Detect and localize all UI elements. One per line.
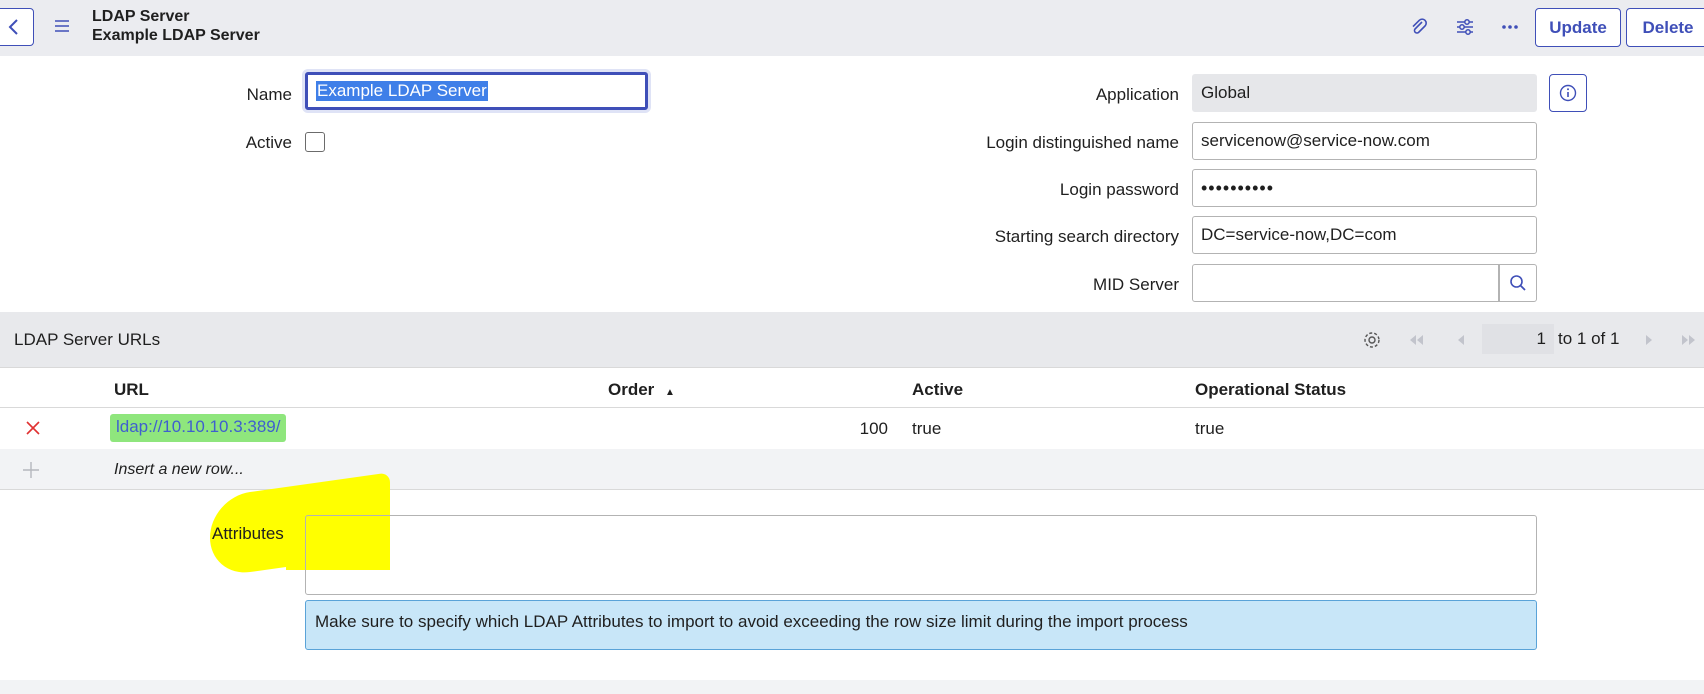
active-checkbox[interactable] (305, 132, 325, 152)
table-header: URL Order ▲ Active Operational Status (0, 367, 1704, 408)
active-label: Active (245, 133, 292, 152)
page-range-text: to 1 of 1 (1558, 329, 1620, 348)
operational-status-cell: true (1195, 419, 1225, 438)
application-field: Global (1192, 74, 1537, 112)
column-header-url[interactable]: URL (114, 380, 149, 400)
attributes-textarea[interactable] (305, 515, 1537, 595)
login-dn-value: servicenow@service-now.com (1201, 131, 1430, 150)
url-link[interactable]: ldap://10.10.10.3:389/ (110, 414, 287, 442)
column-header-operational-status[interactable]: Operational Status (1195, 380, 1346, 400)
ldap-server-form-page: LDAP Server Example LDAP Server Update D… (0, 0, 1704, 694)
delete-row-icon[interactable] (25, 420, 41, 436)
form-header: LDAP Server Example LDAP Server Update D… (0, 0, 1704, 56)
starting-dir-label: Starting search directory (994, 227, 1179, 246)
mid-server-input[interactable] (1192, 264, 1499, 302)
mid-server-label: MID Server (1093, 275, 1179, 294)
name-input[interactable]: Example LDAP Server (305, 72, 648, 110)
insert-row-text: Insert a new row... (114, 461, 244, 478)
update-button[interactable]: Update (1535, 8, 1621, 47)
previous-page-icon[interactable] (1452, 331, 1470, 349)
more-options-icon[interactable] (1499, 16, 1521, 38)
plus-icon (22, 461, 40, 479)
mid-server-lookup-button[interactable] (1499, 264, 1537, 302)
form-table-title: LDAP Server (92, 8, 190, 25)
sort-ascending-icon: ▲ (665, 387, 675, 398)
starting-dir-value: DC=service-now,DC=com (1201, 225, 1397, 244)
column-header-order[interactable]: Order ▲ (608, 380, 675, 400)
column-header-order-label: Order (608, 380, 655, 399)
application-value: Global (1201, 83, 1251, 102)
starting-dir-input[interactable]: DC=service-now,DC=com (1192, 216, 1537, 254)
name-input-value: Example LDAP Server (316, 81, 488, 101)
chevron-left-icon (8, 19, 18, 35)
application-info-button[interactable] (1549, 74, 1587, 112)
form-body: Name Example LDAP Server Active Applicat… (0, 56, 1704, 312)
related-list-header: LDAP Server URLs 1 to 1 of 1 (0, 312, 1704, 367)
attributes-label: Attributes (212, 524, 284, 543)
login-dn-label: Login distinguished name (986, 133, 1179, 152)
active-cell: true (912, 419, 942, 438)
form-record-title: Example LDAP Server (92, 27, 260, 44)
gear-icon[interactable] (1363, 331, 1381, 349)
first-page-icon[interactable] (1407, 331, 1425, 349)
next-page-icon[interactable] (1640, 331, 1658, 349)
paperclip-icon[interactable] (1408, 16, 1430, 38)
delete-button[interactable]: Delete (1626, 8, 1704, 47)
sliders-icon[interactable] (1454, 16, 1476, 38)
attributes-info-message: Make sure to specify which LDAP Attribut… (305, 600, 1537, 650)
login-password-input[interactable]: •••••••••• (1192, 169, 1537, 207)
application-label: Application (1095, 85, 1179, 104)
name-label: Name (246, 85, 292, 104)
search-icon (1510, 275, 1526, 291)
column-header-active[interactable]: Active (912, 380, 963, 400)
login-password-value: •••••••••• (1201, 177, 1275, 198)
hamburger-menu-icon[interactable] (54, 18, 70, 34)
info-icon (1559, 84, 1577, 102)
bottom-strip (0, 680, 1704, 694)
order-cell: 100 (859, 419, 888, 438)
login-password-label: Login password (1059, 180, 1179, 199)
last-page-icon[interactable] (1680, 331, 1698, 349)
login-dn-input[interactable]: servicenow@service-now.com (1192, 122, 1537, 160)
back-button[interactable] (0, 8, 34, 46)
table-row: ldap://10.10.10.3:389/ 100 true true (0, 408, 1704, 449)
insert-row[interactable]: Insert a new row... (0, 449, 1704, 490)
page-number-input[interactable]: 1 (1482, 324, 1554, 354)
related-list-title: LDAP Server URLs (14, 330, 161, 349)
